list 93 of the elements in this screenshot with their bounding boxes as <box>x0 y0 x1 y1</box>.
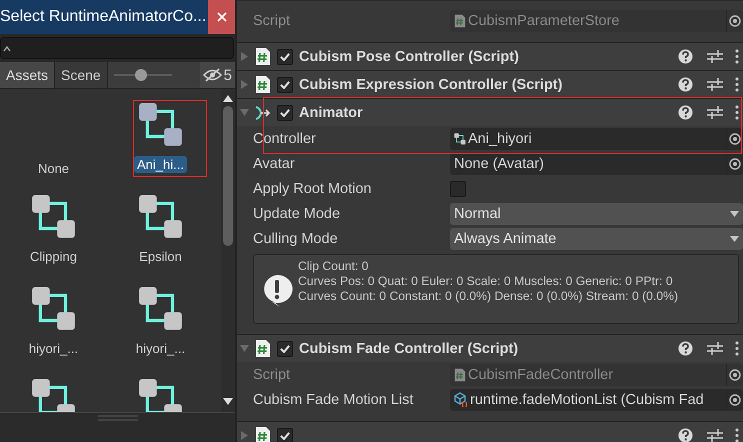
help-icon[interactable] <box>678 341 693 356</box>
asset-icon <box>454 392 468 408</box>
object-field[interactable]: None (Avatar) <box>450 152 743 174</box>
check-icon <box>280 344 290 352</box>
property-label: Culling Mode <box>253 230 339 246</box>
asset-item[interactable]: hiyori_... <box>107 286 214 378</box>
target-icon[interactable] <box>729 132 741 144</box>
animator-controller-icon <box>138 194 184 240</box>
script-icon <box>454 368 466 382</box>
tab[interactable]: Scene <box>55 62 108 88</box>
asset-item[interactable]: None <box>0 102 107 194</box>
script-icon <box>255 47 271 66</box>
check-icon <box>280 108 290 116</box>
script-icon <box>454 14 466 28</box>
object-field[interactable]: Ani_hiyori <box>450 128 743 150</box>
checkbox[interactable] <box>277 76 293 92</box>
kebab-menu-icon[interactable] <box>735 77 739 92</box>
target-icon[interactable] <box>729 394 741 406</box>
checkbox[interactable] <box>450 180 466 196</box>
help-icon[interactable] <box>678 77 693 92</box>
animator-controller-icon <box>30 286 76 332</box>
search-field[interactable] <box>0 37 234 59</box>
animator-controller-icon <box>138 378 184 412</box>
asset-item[interactable]: Epsilon <box>107 194 214 286</box>
close-icon <box>216 12 226 22</box>
dropdown-arrow-icon <box>730 236 739 242</box>
animator-controller-icon <box>30 194 76 240</box>
dropdown[interactable]: Normal <box>450 202 743 224</box>
help-icon[interactable] <box>678 49 693 64</box>
scroll-down-icon[interactable] <box>223 398 233 405</box>
preset-sliders-icon[interactable] <box>707 428 723 442</box>
script-icon <box>255 339 271 358</box>
dropdown-arrow-icon <box>730 210 739 216</box>
checkbox[interactable] <box>277 428 293 442</box>
object-field[interactable]: runtime.fadeMotionList (Cubism Fad <box>450 388 743 410</box>
tab[interactable]: Assets <box>0 62 56 88</box>
component-title: Cubism Expression Controller (Script) <box>299 76 564 92</box>
property-label: Script <box>253 366 292 382</box>
component-header[interactable]: Cubism Pose Controller (Script) <box>237 42 743 70</box>
animator-controller-icon <box>30 378 76 412</box>
preset-sliders-icon[interactable] <box>707 49 723 64</box>
info-text: Curves Pos: 0 Quat: 0 Euler: 0 Scale: 0 Muscles: 0 Generic: 0 PPtr: 0 <box>298 274 674 289</box>
kebab-menu-icon[interactable] <box>735 341 739 356</box>
preset-sliders-icon[interactable] <box>707 77 723 92</box>
script-icon <box>255 75 271 94</box>
eye-slashed-icon <box>202 68 222 82</box>
info-text: Clip Count: 0 <box>298 259 370 274</box>
checkbox[interactable] <box>277 340 293 356</box>
component-title: Animator <box>299 104 364 120</box>
script-icon <box>255 426 271 442</box>
checkbox[interactable] <box>277 104 293 120</box>
controller-icon <box>454 132 466 144</box>
component-title: Cubism Pose Controller (Script) <box>299 48 520 64</box>
hidden-packages-button[interactable]: 5 <box>200 62 235 88</box>
target-icon[interactable] <box>729 158 741 170</box>
asset-item[interactable]: hiyori_... <box>0 286 107 378</box>
asset-item[interactable]: Ani_hi... <box>107 102 214 194</box>
asset-item[interactable]: Clipping <box>0 194 107 286</box>
component-title: Cubism Fade Controller (Script) <box>299 340 520 356</box>
preset-sliders-icon[interactable] <box>707 105 723 120</box>
checkbox[interactable] <box>277 48 293 64</box>
help-icon[interactable] <box>678 105 693 120</box>
help-icon[interactable] <box>678 428 693 442</box>
target-icon[interactable] <box>729 368 741 380</box>
window-title: Select RuntimeAnimatorCo... <box>0 8 206 26</box>
property-label: Script <box>253 12 292 28</box>
check-icon <box>280 432 290 440</box>
info-text: Curves Count: 0 Constant: 0 (0.0%) Dense: 0 (0.0%) Stream: 0 (0.0%) <box>298 288 678 304</box>
component-header[interactable]: Animator <box>237 98 743 126</box>
component-header[interactable]: Cubism Fade Controller (Script) <box>237 334 743 362</box>
animator-controller-icon <box>138 286 184 332</box>
kebab-menu-icon[interactable] <box>735 428 739 442</box>
kebab-menu-icon[interactable] <box>735 105 739 120</box>
dropdown[interactable]: Always Animate <box>450 228 743 250</box>
splitter-handle-icon[interactable] <box>98 415 138 421</box>
component-header[interactable] <box>237 421 743 442</box>
preset-sliders-icon[interactable] <box>707 341 723 356</box>
property-label: Avatar <box>253 156 296 172</box>
scrollbar[interactable] <box>221 89 235 412</box>
animator-icon <box>255 106 271 120</box>
kebab-menu-icon[interactable] <box>735 49 739 64</box>
property-label: Apply Root Motion <box>253 180 372 196</box>
property-label: Update Mode <box>253 206 342 222</box>
check-icon <box>280 80 290 88</box>
property-label: Cubism Fade Motion List <box>253 392 414 408</box>
search-icon <box>3 44 11 52</box>
check-icon <box>280 52 290 60</box>
component-header[interactable]: Cubism Expression Controller (Script) <box>237 70 743 98</box>
close-button[interactable] <box>208 0 235 34</box>
animator-controller-icon <box>138 102 184 148</box>
zoom-slider[interactable] <box>114 69 172 81</box>
target-icon[interactable] <box>729 14 741 26</box>
scroll-up-icon[interactable] <box>223 95 233 102</box>
